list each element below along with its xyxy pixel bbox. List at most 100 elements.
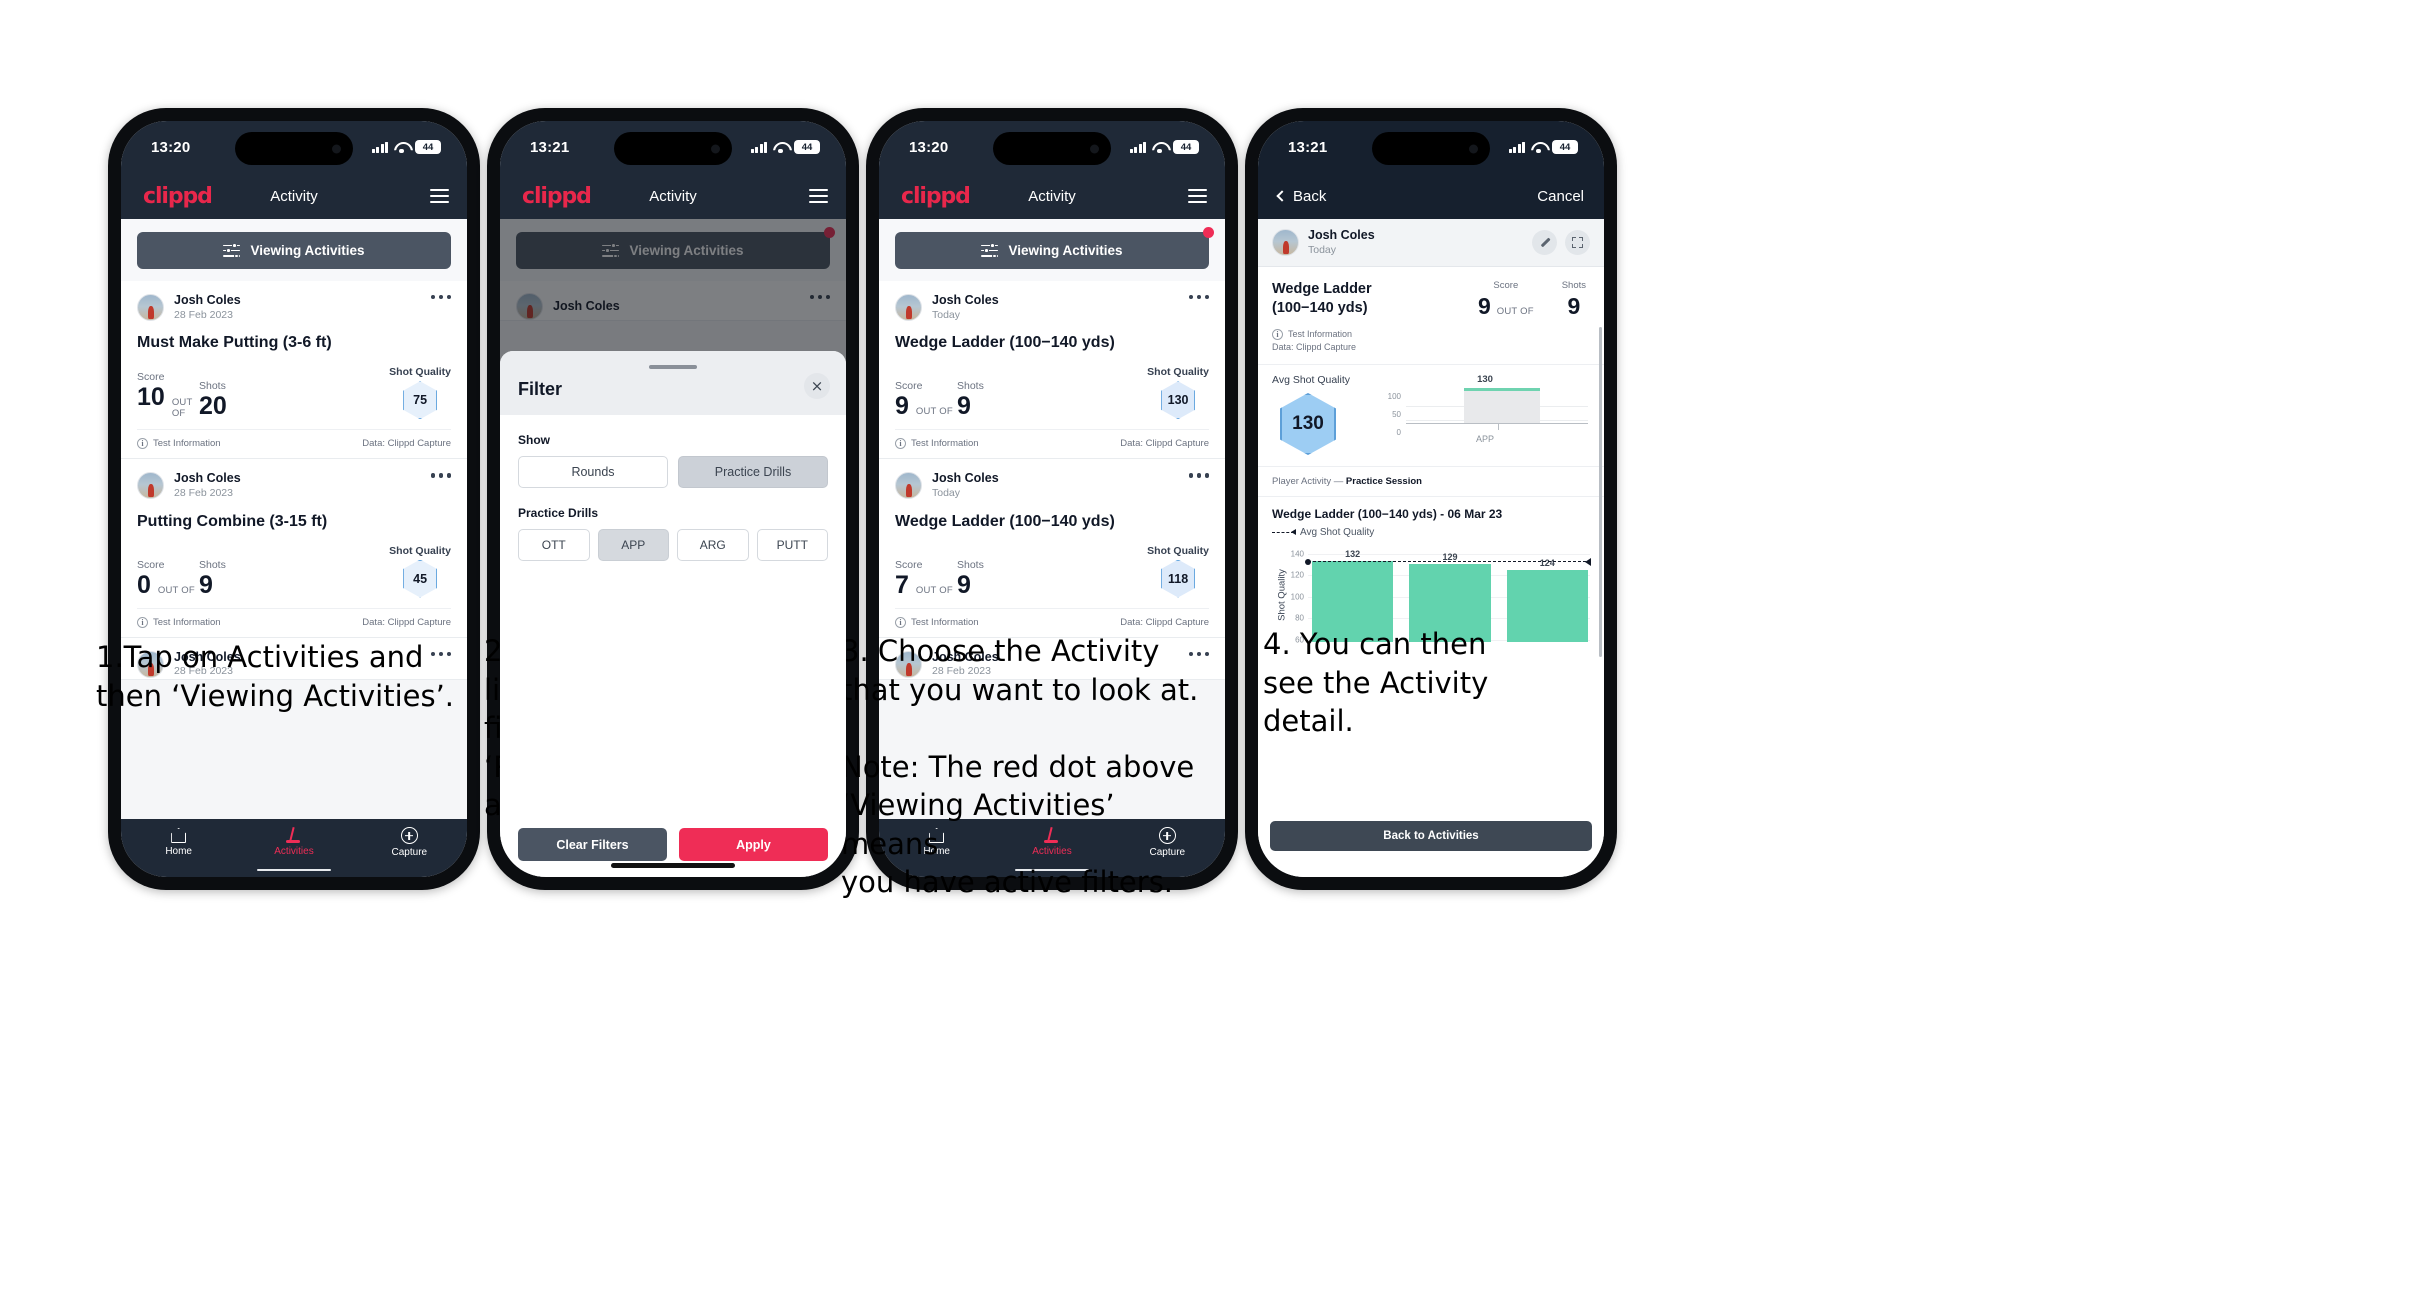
clear-filters-button[interactable]: Clear Filters — [518, 828, 667, 861]
dynamic-island — [1372, 132, 1490, 165]
legend-label: Avg Shot Quality — [1300, 526, 1375, 538]
mini-x-label: APP — [1475, 433, 1495, 444]
mini-bar — [1464, 387, 1540, 424]
out-of-label: OUT OF — [915, 406, 953, 418]
data-source: Data: Clippd Capture — [362, 438, 451, 450]
score-label: Score — [137, 558, 165, 571]
score-value: 10 — [137, 383, 165, 412]
drill-option-arg[interactable]: ARG — [677, 529, 749, 562]
practice-drills-label: Practice Drills — [518, 506, 599, 521]
shot-quality-label: Shot Quality — [389, 544, 451, 557]
shots-label: Shots — [1561, 280, 1586, 292]
scrollbar-thumb[interactable] — [1599, 327, 1602, 657]
activity-card[interactable]: Josh Coles Today Wedge Ladder (100−140 y… — [879, 281, 1225, 460]
detail-nav-bar: Back Cancel — [1258, 173, 1604, 219]
card-menu-icon[interactable] — [1189, 293, 1209, 300]
viewing-activities-button[interactable]: Viewing Activities — [895, 232, 1209, 269]
dynamic-island — [235, 132, 353, 165]
data-source: Data: Clippd Capture — [1120, 438, 1209, 450]
activity-cards: Josh Coles Today Wedge Ladder (100−140 y… — [879, 281, 1225, 686]
battery-indicator: 44 — [1173, 140, 1199, 154]
caption-step-4: 4. You can then see the Activity detail. — [1263, 627, 1489, 739]
score-label: Score — [137, 371, 165, 384]
status-time: 13:20 — [151, 138, 191, 156]
out-of-label: OUT OF — [171, 397, 193, 420]
activity-date: 28 Feb 2023 — [174, 308, 233, 321]
out-of-label: OUT OF — [915, 584, 953, 596]
bar-value: 132 — [1345, 549, 1361, 560]
expand-button[interactable] — [1565, 230, 1590, 256]
activity-list-body: Viewing Activities Josh Coles — [500, 219, 846, 877]
cancel-button[interactable]: Cancel — [1537, 188, 1584, 205]
wifi-icon — [1531, 142, 1546, 154]
viewing-activities-button[interactable]: Viewing Activities — [137, 232, 451, 269]
shots-label: Shots — [199, 380, 226, 393]
score-label: Score — [895, 558, 923, 571]
back-to-activities-button[interactable]: Back to Activities — [1270, 821, 1592, 851]
cellular-signal-icon — [372, 141, 388, 153]
cellular-signal-icon — [751, 141, 767, 153]
filter-sliders-icon — [981, 243, 999, 259]
filter-sheet-body: Show Rounds Practice Drills Practice Dri… — [500, 415, 846, 814]
activity-card[interactable]: Josh Coles 28 Feb 2023 Must Make Putting… — [121, 281, 467, 460]
filter-sliders-icon — [223, 243, 241, 259]
tab-home[interactable]: Home — [142, 827, 216, 857]
user-name: Josh Coles — [174, 471, 241, 486]
activity-list-body: Viewing Activities Josh Coles 28 Feb 202… — [121, 219, 467, 819]
activity-date: Today — [932, 308, 961, 321]
activity-card[interactable]: Josh Coles Today Wedge Ladder (100−140 y… — [879, 459, 1225, 638]
sheet-drag-handle[interactable] — [649, 365, 697, 370]
shot-quality-hexagon: 130 — [1161, 381, 1196, 420]
test-information[interactable]: i Test Information — [895, 616, 979, 628]
phone-1-frame: 13:20 44 clippd Activity Viewing Activit… — [108, 108, 480, 890]
chart-legend: Avg Shot Quality — [1272, 527, 1590, 538]
card-menu-icon[interactable] — [431, 293, 451, 300]
shots-label: Shots — [199, 558, 226, 571]
shots-value: 9 — [1567, 293, 1581, 320]
apply-button[interactable]: Apply — [679, 828, 828, 861]
shot-quality-label: Shot Quality — [1147, 544, 1209, 557]
test-information[interactable]: i Test Information — [1272, 328, 1390, 340]
activity-stats: Score 9 OUT OF Shots 9 Shot Quality 130 — [895, 366, 1209, 429]
player-activity-bar: Player Activity — Practice Session — [1258, 465, 1604, 496]
golf-flag-icon — [285, 827, 302, 843]
tab-activities[interactable]: Activities — [257, 827, 331, 857]
shots-value: 20 — [199, 392, 227, 421]
edit-button[interactable] — [1532, 230, 1557, 256]
show-option-practice-drills[interactable]: Practice Drills — [678, 456, 828, 489]
hamburger-menu-icon[interactable] — [809, 189, 828, 203]
card-menu-icon[interactable] — [431, 471, 451, 478]
score-value: 0 — [137, 570, 151, 599]
activity-date: Today — [932, 486, 961, 499]
filter-sheet-header: Filter × — [500, 351, 846, 416]
shots-value: 9 — [957, 570, 971, 599]
tab-capture[interactable]: Capture — [372, 827, 446, 858]
test-information[interactable]: i Test Information — [895, 438, 979, 450]
hamburger-menu-icon[interactable] — [1188, 189, 1207, 203]
card-menu-icon[interactable] — [1189, 471, 1209, 478]
drill-option-putt[interactable]: PUTT — [756, 529, 828, 562]
user-name: Josh Coles — [174, 293, 241, 307]
shot-quality-hexagon: 45 — [403, 559, 438, 598]
home-indicator — [611, 863, 735, 868]
activity-cards: Josh Coles 28 Feb 2023 Must Make Putting… — [121, 281, 467, 686]
user-name: Josh Coles — [932, 471, 999, 486]
bar-value: 124 — [1539, 557, 1555, 568]
show-option-rounds[interactable]: Rounds — [518, 456, 668, 489]
detail-header: Josh Coles Today — [1258, 219, 1604, 268]
test-information[interactable]: i Test Information — [137, 616, 221, 628]
avatar — [137, 294, 164, 322]
back-button[interactable]: Back — [1276, 188, 1326, 205]
drill-option-app[interactable]: APP — [597, 529, 669, 562]
avatar — [895, 472, 922, 500]
caption-step-3: 3. Choose the Activity that you want to … — [841, 634, 1199, 900]
hamburger-menu-icon[interactable] — [430, 189, 449, 203]
test-information[interactable]: i Test Information — [137, 438, 221, 450]
activity-card[interactable]: Josh Coles 28 Feb 2023 Putting Combine (… — [121, 459, 467, 638]
close-icon[interactable]: × — [804, 373, 830, 399]
battery-indicator: 44 — [1552, 140, 1578, 154]
info-icon: i — [137, 438, 148, 450]
shot-quality-hexagon: 118 — [1161, 559, 1196, 598]
avg-shot-quality-line — [1305, 557, 1591, 566]
drill-option-ott[interactable]: OTT — [518, 529, 590, 562]
